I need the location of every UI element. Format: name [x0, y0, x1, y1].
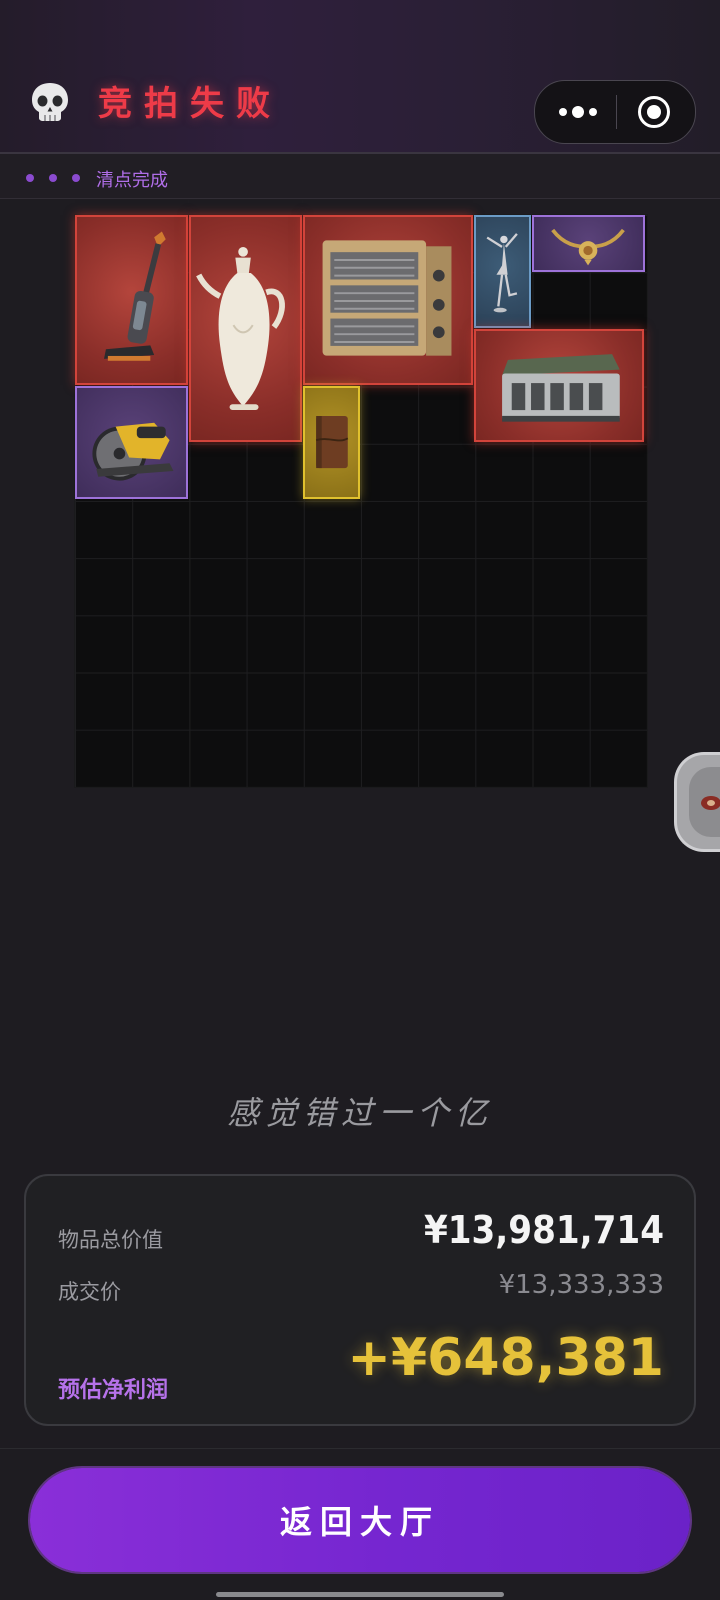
total-value: ¥13,981,714: [423, 1208, 664, 1252]
item-white-porcelain-ewer[interactable]: [189, 215, 302, 442]
item-green-metal-toolbox[interactable]: [474, 329, 644, 442]
more-dots-icon[interactable]: [555, 97, 601, 127]
target-icon[interactable]: [637, 95, 671, 129]
status-dot: [72, 174, 80, 182]
return-lobby-button[interactable]: 返回大厅: [30, 1468, 690, 1572]
item-bull-horn-pendant[interactable]: [532, 215, 645, 272]
deal-price-value: ¥13,333,333: [498, 1270, 664, 1300]
inventory-grid: [74, 214, 648, 788]
item-leather-journal[interactable]: [303, 386, 360, 499]
deal-price-label: 成交价: [58, 1280, 121, 1304]
mini-program-capsule: [534, 80, 696, 144]
result-slogan: 感觉错过一个亿: [226, 1094, 493, 1132]
item-vacuum-cleaner[interactable]: [75, 215, 188, 385]
item-circular-saw[interactable]: [75, 386, 188, 499]
summary-panel: 物品总价值 ¥13,981,714 成交价 ¥13,333,333 预估净利润 …: [24, 1174, 696, 1426]
total-value-label: 物品总价值: [58, 1228, 163, 1252]
top-bar: 竞拍失败: [0, 0, 720, 154]
net-profit-label: 预估净利润: [58, 1378, 169, 1403]
capsule-divider: [616, 95, 617, 129]
skull-icon: [32, 83, 68, 121]
bottom-divider: [0, 1448, 720, 1449]
status-dot: [49, 174, 57, 182]
net-profit-value: +¥648,381: [347, 1328, 664, 1388]
meat-icon: [701, 796, 720, 810]
side-float-inner: [689, 767, 720, 837]
status-dot: [26, 174, 34, 182]
page-title: 竞拍失败: [98, 84, 282, 124]
home-indicator[interactable]: [216, 1592, 504, 1597]
status-text: 清点完成: [96, 170, 168, 191]
side-float-button[interactable]: [674, 752, 720, 852]
item-ballerina-figurine[interactable]: [474, 215, 531, 328]
item-military-ammo-crate[interactable]: [303, 215, 473, 385]
